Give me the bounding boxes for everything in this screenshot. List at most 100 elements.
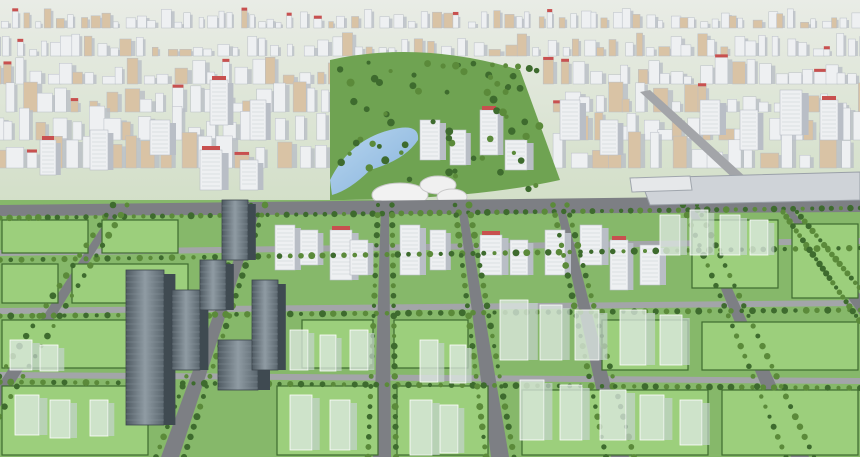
tree xyxy=(44,332,51,340)
mid-building xyxy=(609,239,629,291)
far-building xyxy=(50,42,62,57)
tree xyxy=(417,209,424,217)
tree xyxy=(818,205,825,212)
tree xyxy=(742,206,748,212)
acrylic-block xyxy=(14,394,40,436)
far-building-side xyxy=(552,14,555,28)
far-building-side xyxy=(569,63,572,84)
far-building xyxy=(711,18,719,29)
tree xyxy=(482,292,489,299)
tree xyxy=(621,249,626,254)
mid-building-side xyxy=(602,228,609,265)
tree xyxy=(838,206,843,211)
tree xyxy=(94,380,100,386)
far-building xyxy=(457,38,466,57)
far-building xyxy=(252,58,266,85)
tree xyxy=(62,272,70,279)
tree xyxy=(591,394,596,399)
tree xyxy=(468,333,474,339)
tree xyxy=(555,248,563,256)
park-tree xyxy=(517,157,525,164)
far-building xyxy=(273,82,286,113)
tree xyxy=(836,260,843,268)
mid-building-side xyxy=(498,113,504,155)
far-building xyxy=(306,87,316,113)
tree xyxy=(390,342,398,350)
tree xyxy=(374,243,379,248)
tree xyxy=(830,280,836,286)
far-building xyxy=(258,37,266,57)
tree xyxy=(365,434,372,440)
park-tree xyxy=(516,84,524,92)
tree xyxy=(683,211,691,219)
far-building xyxy=(584,39,597,57)
far-building-side xyxy=(629,101,632,112)
tree xyxy=(190,423,197,430)
far-building-side xyxy=(607,19,610,28)
tree xyxy=(717,293,723,299)
tree xyxy=(277,381,282,387)
far-building-side xyxy=(23,59,27,84)
tree xyxy=(824,306,832,314)
red-roof-sign xyxy=(70,98,79,102)
far-building xyxy=(672,135,688,169)
lawn-parcel xyxy=(1,263,59,304)
far-building xyxy=(181,132,198,169)
tree xyxy=(56,282,63,289)
park-tree xyxy=(401,141,409,149)
far-building-side xyxy=(229,63,232,84)
tree xyxy=(482,444,488,450)
far-building xyxy=(139,99,152,113)
tree xyxy=(674,308,681,315)
tree xyxy=(571,232,579,239)
acrylic-block-side xyxy=(708,213,715,255)
far-building xyxy=(542,59,554,85)
tree xyxy=(571,209,576,214)
tree xyxy=(77,252,83,258)
tree xyxy=(558,242,565,248)
acrylic-block-side xyxy=(350,403,357,450)
park-tree xyxy=(490,62,495,68)
far-building-side xyxy=(596,14,598,28)
tree xyxy=(684,308,692,315)
tree xyxy=(438,382,444,388)
tree xyxy=(3,364,9,369)
tree xyxy=(750,384,755,390)
tree xyxy=(509,443,516,451)
far-building xyxy=(0,117,5,141)
tree xyxy=(179,213,184,219)
far-building-side xyxy=(640,133,646,168)
far-building xyxy=(590,71,603,85)
acrylic-block xyxy=(89,399,109,437)
tree xyxy=(294,212,299,217)
far-building xyxy=(524,11,530,29)
far-building xyxy=(70,100,79,113)
far-building xyxy=(59,62,73,85)
tree xyxy=(652,383,659,390)
far-building xyxy=(516,16,523,29)
tree xyxy=(695,383,702,390)
mid-building-side xyxy=(222,153,229,190)
far-building-side xyxy=(604,97,607,112)
park-tree xyxy=(525,65,533,73)
red-roof-sign xyxy=(286,12,292,16)
far-building xyxy=(468,21,476,29)
far-building-side xyxy=(18,13,21,28)
far-building-side xyxy=(224,13,226,28)
tree xyxy=(256,222,262,228)
tree xyxy=(405,309,412,317)
far-building xyxy=(71,33,80,57)
tree xyxy=(791,413,799,421)
tree xyxy=(297,380,305,388)
tree xyxy=(384,252,390,258)
far-building xyxy=(658,46,671,57)
mid-building-side xyxy=(502,238,509,275)
mid-building-side xyxy=(56,143,61,175)
mid-building-side xyxy=(758,113,764,150)
mid-building-side xyxy=(527,143,534,170)
tree xyxy=(569,222,575,228)
tree xyxy=(713,282,719,289)
far-building xyxy=(721,12,730,29)
far-building xyxy=(628,131,642,169)
far-building xyxy=(613,12,623,29)
